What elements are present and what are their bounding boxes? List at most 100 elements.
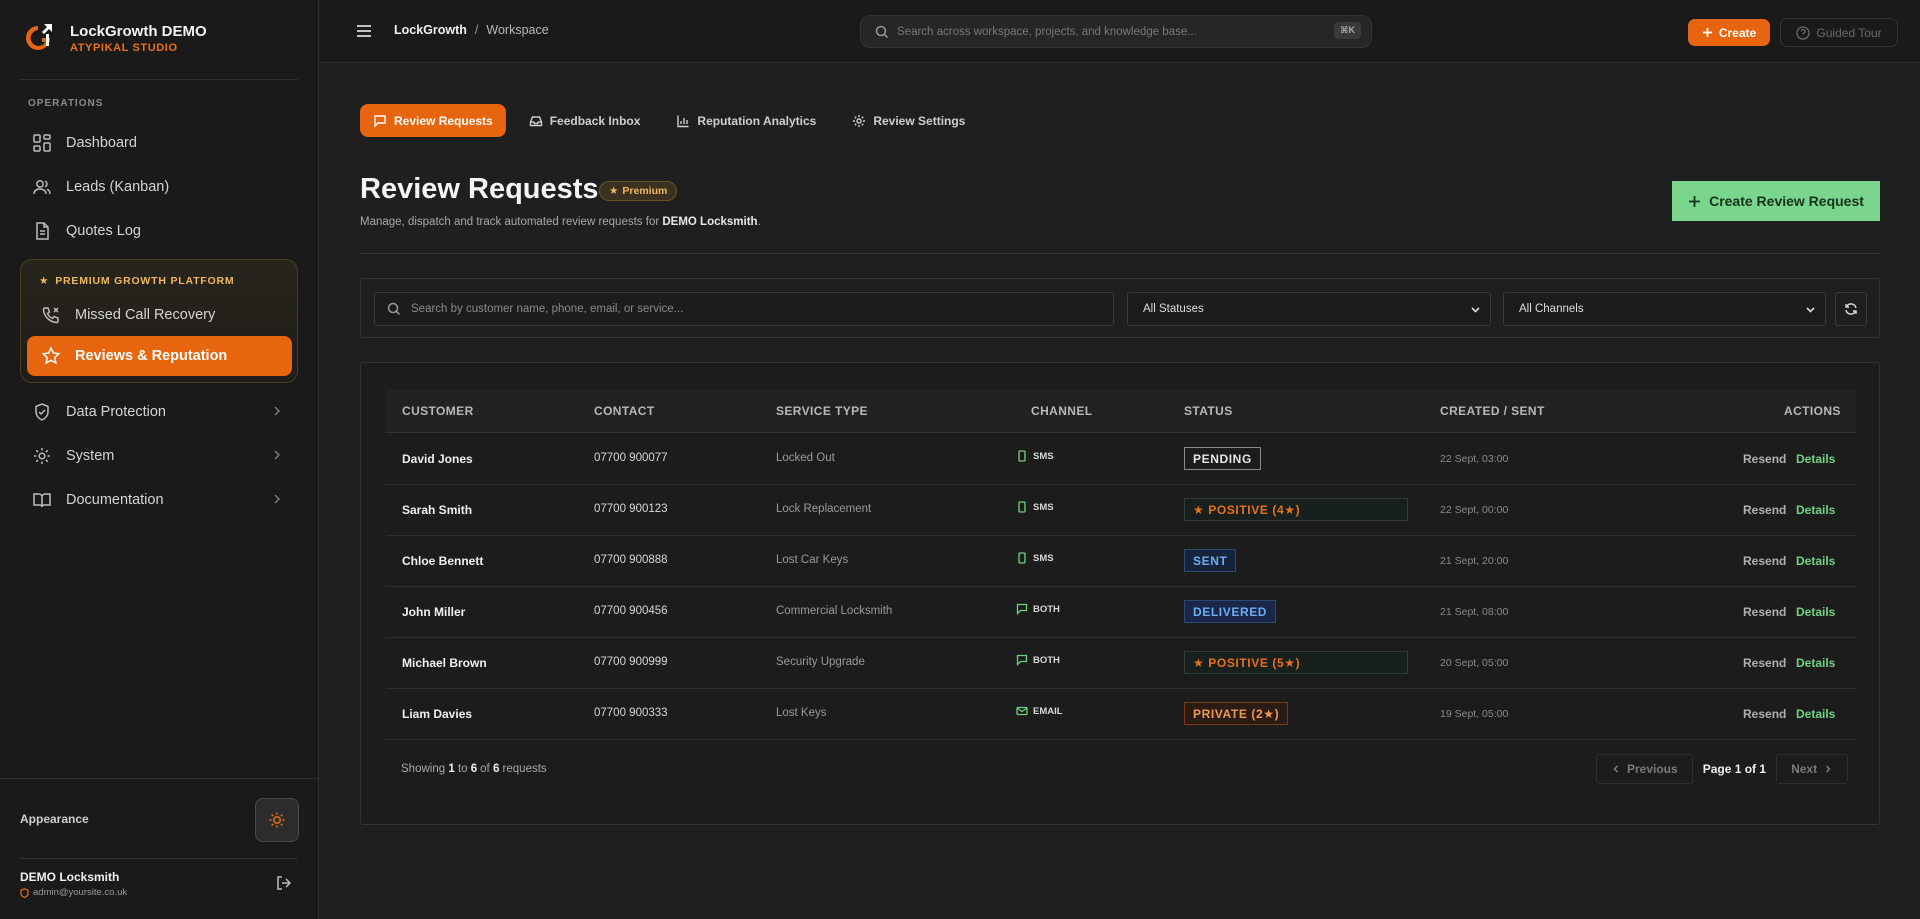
details-link[interactable]: Details xyxy=(1796,707,1835,721)
breadcrumb-root[interactable]: LockGrowth xyxy=(394,23,467,37)
theme-toggle-button[interactable] xyxy=(255,798,299,842)
menu-icon[interactable] xyxy=(355,22,373,40)
resend-button[interactable]: Resend xyxy=(1743,605,1786,619)
sidebar-item-label: Dashboard xyxy=(66,135,137,151)
shield-icon xyxy=(20,887,29,898)
chevron-down-icon xyxy=(1471,307,1480,313)
resend-button[interactable]: Resend xyxy=(1743,656,1786,670)
tab-label: Feedback Inbox xyxy=(549,113,641,128)
help-circle-icon xyxy=(1796,25,1811,40)
request-search-input[interactable] xyxy=(411,303,1101,315)
tabs: Review Requests Feedback Inbox Reputatio… xyxy=(360,104,988,137)
create-review-request-button[interactable]: Create Review Request xyxy=(1672,181,1880,221)
resend-button[interactable]: Resend xyxy=(1743,554,1786,568)
channel-badge: BOTH xyxy=(1016,603,1060,615)
tab-reputation-analytics[interactable]: Reputation Analytics xyxy=(663,104,829,137)
details-link[interactable]: Details xyxy=(1796,605,1835,619)
appearance-label: Appearance xyxy=(20,812,89,826)
users-icon xyxy=(33,180,51,195)
document-icon xyxy=(36,222,49,240)
star-icon: ★ xyxy=(39,275,50,287)
details-link[interactable]: Details xyxy=(1796,656,1835,670)
contact-phone: 07700 900456 xyxy=(594,605,668,617)
resend-button[interactable]: Resend xyxy=(1743,503,1786,517)
service-type: Commercial Locksmith xyxy=(776,605,893,617)
status-filter-select[interactable]: All Statuses xyxy=(1127,292,1491,326)
search-icon xyxy=(387,302,401,316)
channel-filter-select[interactable]: All Channels xyxy=(1503,292,1826,326)
contact-phone: 07700 900888 xyxy=(594,554,668,566)
refresh-button[interactable] xyxy=(1835,292,1867,326)
dashboard-icon xyxy=(33,134,51,152)
tab-label: Reputation Analytics xyxy=(697,113,817,128)
of-label: of xyxy=(480,763,490,775)
global-search-input[interactable]: Search across workspace, projects, and k… xyxy=(860,15,1372,48)
customer-name: David Jones xyxy=(402,452,473,466)
chevron-right-icon xyxy=(274,450,281,460)
contact-phone: 07700 900077 xyxy=(594,452,668,464)
resend-button[interactable]: Resend xyxy=(1743,452,1786,466)
range-start: 1 xyxy=(448,763,455,775)
service-type: Lost Car Keys xyxy=(776,554,849,566)
customer-name: Michael Brown xyxy=(402,656,487,670)
service-type: Locked Out xyxy=(776,452,835,464)
sidebar-item-label: System xyxy=(66,448,115,464)
sidebar: LockGrowth DEMO ATYPIKAL STUDIO OPERATIO… xyxy=(0,0,319,919)
brand[interactable]: LockGrowth DEMO ATYPIKAL STUDIO xyxy=(20,20,207,56)
total-count: 6 xyxy=(492,763,500,775)
requests-label: requests xyxy=(502,763,547,775)
brand-name: LockGrowth DEMO xyxy=(70,22,207,40)
channel-label: BOTH xyxy=(1033,654,1060,666)
channel-label: SMS xyxy=(1033,552,1054,564)
divider xyxy=(20,79,298,80)
logout-icon[interactable] xyxy=(275,874,293,892)
pagination-summary: Showing 1 to 6 of 6 requests xyxy=(401,763,547,775)
plus-icon xyxy=(1702,28,1712,37)
phone-icon xyxy=(1018,450,1026,462)
channel-badge: SMS xyxy=(1016,450,1054,462)
shield-check-icon xyxy=(35,403,49,421)
sidebar-item-reviews-reputation[interactable]: Reviews & Reputation xyxy=(27,336,292,376)
previous-page-button[interactable]: Previous xyxy=(1596,754,1693,784)
sidebar-item-quotes[interactable]: Quotes Log xyxy=(20,211,298,251)
sidebar-item-system[interactable]: System xyxy=(20,436,298,476)
next-page-button[interactable]: Next xyxy=(1776,754,1849,784)
guided-tour-button[interactable]: Guided Tour xyxy=(1780,18,1898,47)
column-header-status: STATUS xyxy=(1184,404,1233,418)
created-date: 21 Sept, 20:00 xyxy=(1440,555,1509,567)
request-search-field xyxy=(374,292,1114,326)
contact-phone: 07700 900999 xyxy=(594,656,668,668)
service-type: Lost Keys xyxy=(776,707,827,719)
tab-review-requests[interactable]: Review Requests xyxy=(360,104,506,137)
channel-label: BOTH xyxy=(1033,603,1060,615)
status-badge: SENT xyxy=(1184,549,1237,572)
sidebar-item-label: Quotes Log xyxy=(66,223,141,239)
sidebar-item-leads[interactable]: Leads (Kanban) xyxy=(20,167,298,207)
tab-feedback-inbox[interactable]: Feedback Inbox xyxy=(516,104,654,137)
details-link[interactable]: Details xyxy=(1796,452,1835,466)
channel-badge: EMAIL xyxy=(1016,705,1063,717)
phone-icon xyxy=(1018,501,1026,513)
premium-badge: ★ Premium xyxy=(599,181,678,201)
star-icon: ★ xyxy=(609,185,619,197)
create-review-label: Create Review Request xyxy=(1709,193,1864,209)
table-header: CUSTOMER CONTACT SERVICE TYPE CHANNEL ST… xyxy=(386,389,1856,433)
resend-button[interactable]: Resend xyxy=(1743,707,1786,721)
sidebar-item-dashboard[interactable]: Dashboard xyxy=(20,123,298,163)
column-header-created-sent: CREATED / SENT xyxy=(1440,404,1545,418)
chevron-right-icon xyxy=(1826,765,1831,773)
sidebar-item-documentation[interactable]: Documentation xyxy=(20,480,298,520)
status-badge: PENDING xyxy=(1184,447,1261,470)
details-link[interactable]: Details xyxy=(1796,503,1835,517)
sidebar-item-data-protection[interactable]: Data Protection xyxy=(20,392,298,432)
tab-review-settings[interactable]: Review Settings xyxy=(839,104,978,137)
section-label: OPERATIONS xyxy=(28,98,104,109)
tab-label: Review Settings xyxy=(873,113,966,128)
channel-filter-value: All Channels xyxy=(1519,303,1584,315)
details-link[interactable]: Details xyxy=(1796,554,1835,568)
sidebar-item-missed-call-recovery[interactable]: Missed Call Recovery xyxy=(27,295,292,335)
create-button[interactable]: Create xyxy=(1688,19,1770,46)
search-placeholder: Search across workspace, projects, and k… xyxy=(897,25,1197,38)
table-row: John Miller 07700 900456 Commercial Lock… xyxy=(386,587,1856,638)
service-type: Security Upgrade xyxy=(776,656,865,668)
